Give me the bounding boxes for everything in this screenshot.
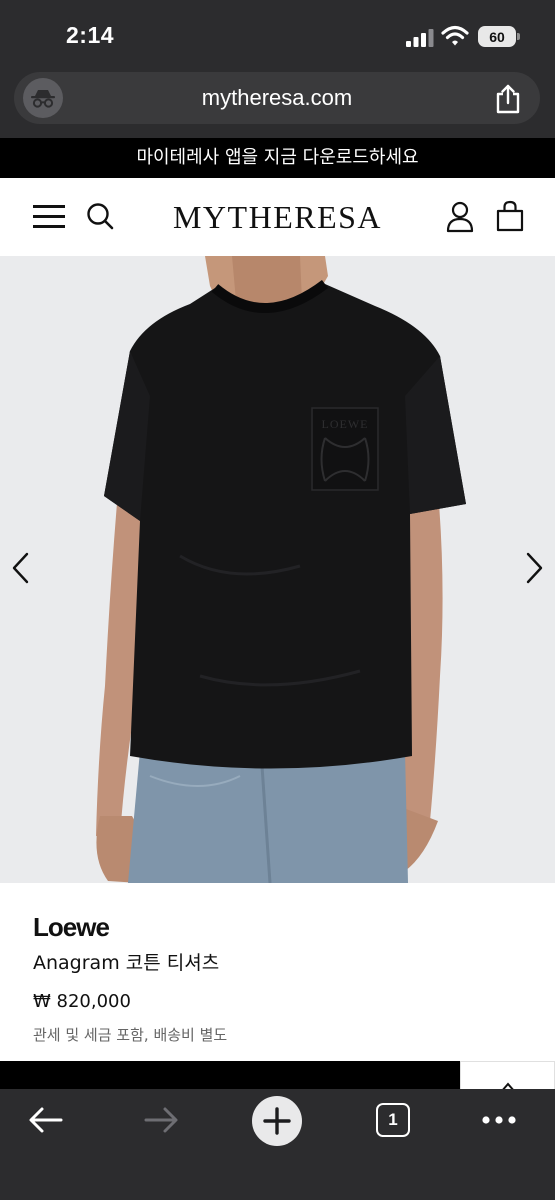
new-tab-button[interactable] — [252, 1096, 302, 1146]
battery-level: 60 — [489, 28, 505, 45]
size-select-bar[interactable] — [0, 1061, 460, 1091]
browser-chrome-top: 2:14 60 mytheresa.com — [0, 0, 555, 138]
plus-icon — [263, 1107, 291, 1135]
browser-toolbar: 1 — [0, 1089, 555, 1200]
hamburger-line — [33, 215, 65, 218]
cellular-signal-icon — [406, 29, 434, 47]
tab-switcher-button[interactable]: 1 — [376, 1103, 410, 1137]
share-icon[interactable] — [494, 84, 522, 114]
incognito-icon[interactable] — [23, 78, 63, 118]
account-icon[interactable] — [446, 201, 474, 233]
wifi-icon — [441, 25, 469, 46]
hamburger-line — [33, 205, 65, 208]
status-time: 2:14 — [66, 22, 115, 48]
shopping-bag-icon[interactable] — [496, 200, 524, 232]
site-header: MYTHERESA — [0, 178, 555, 256]
product-name: Anagram 코튼 티셔츠 — [33, 952, 220, 974]
app-download-banner[interactable]: 마이테레사 앱을 지금 다운로드하세요 — [0, 138, 555, 178]
svg-text:LOEWE: LOEWE — [322, 417, 369, 431]
previous-image-arrow-icon[interactable] — [8, 548, 34, 588]
forward-arrow-icon[interactable] — [142, 1105, 180, 1135]
product-image-carousel[interactable]: LOEWE — [0, 256, 555, 883]
url-text[interactable]: mytheresa.com — [14, 72, 540, 124]
product-photo: LOEWE — [0, 256, 555, 883]
address-bar[interactable]: mytheresa.com — [14, 72, 540, 124]
product-brand[interactable]: Loewe — [33, 912, 110, 943]
hamburger-line — [33, 225, 65, 228]
more-options-icon[interactable] — [481, 1115, 517, 1125]
chevron-up-icon — [500, 1082, 516, 1093]
battery-icon: 60 — [478, 26, 516, 47]
status-bar: 2:14 60 — [0, 0, 555, 70]
search-icon[interactable] — [86, 202, 114, 232]
tax-note: 관세 및 세금 포함, 배송비 별도 — [33, 1026, 228, 1044]
scroll-to-top-button[interactable] — [460, 1061, 555, 1093]
battery-nub — [517, 33, 520, 40]
product-price: ₩ 820,000 — [33, 991, 131, 1012]
next-image-arrow-icon[interactable] — [521, 548, 547, 588]
menu-button[interactable] — [33, 203, 65, 229]
back-arrow-icon[interactable] — [27, 1105, 65, 1135]
